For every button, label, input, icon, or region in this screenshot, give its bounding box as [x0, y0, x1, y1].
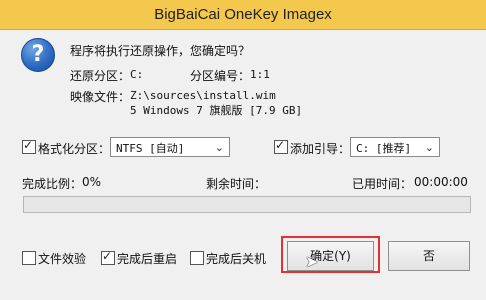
- shutdown-after-checkbox[interactable]: [190, 251, 204, 265]
- complete-value: 0%: [82, 175, 102, 189]
- elapsed-value: 00:00:00: [414, 175, 468, 189]
- elapsed-label: 已用时间：: [352, 177, 413, 191]
- add-boot-label: 添加引导：: [290, 142, 351, 156]
- cancel-button[interactable]: 否: [388, 241, 470, 271]
- partition-number-value: 1:1: [250, 68, 270, 81]
- chevron-down-icon: ⌄: [424, 141, 434, 154]
- complete-label: 完成比例：: [22, 177, 83, 191]
- shutdown-after-label: 完成后关机: [206, 252, 267, 266]
- format-partition-select[interactable]: NTFS [自动] ⌄: [110, 137, 230, 157]
- remaining-label: 剩余时间：: [206, 177, 267, 191]
- format-partition-checkbox[interactable]: [22, 138, 36, 154]
- partition-number-label: 分区编号：: [190, 69, 251, 83]
- add-boot-select[interactable]: C: [推荐] ⌄: [350, 137, 440, 157]
- restart-after-checkbox[interactable]: [101, 249, 115, 265]
- progress-bar: [23, 196, 471, 213]
- restore-partition-label: 还原分区：: [70, 69, 131, 83]
- chevron-down-icon: ⌄: [214, 141, 224, 154]
- image-file-desc: 5 Windows 7 旗舰版 [7.9 GB]: [130, 104, 303, 117]
- question-icon: ?: [21, 38, 55, 72]
- add-boot-value: C: [推荐]: [356, 142, 412, 155]
- file-verify-label: 文件效验: [38, 252, 87, 266]
- window-title: BigBaiCai OneKey Imagex: [154, 6, 332, 23]
- restore-partition-value: C:: [130, 68, 144, 81]
- image-file-label: 映像文件：: [70, 90, 131, 104]
- ok-button-highlight: [281, 236, 380, 273]
- title-bar: BigBaiCai OneKey Imagex: [0, 0, 486, 30]
- add-boot-checkbox[interactable]: [274, 138, 288, 154]
- restart-after-label: 完成后重启: [117, 252, 178, 266]
- format-partition-value: NTFS [自动]: [116, 142, 185, 155]
- image-file-path: Z:\sources\install.wim: [130, 89, 276, 102]
- confirm-question: 程序将执行还原操作，您确定吗？: [70, 44, 251, 58]
- format-partition-label: 格式化分区：: [38, 142, 111, 156]
- mouse-cursor-icon: ➤: [305, 252, 319, 271]
- file-verify-checkbox[interactable]: [22, 251, 36, 265]
